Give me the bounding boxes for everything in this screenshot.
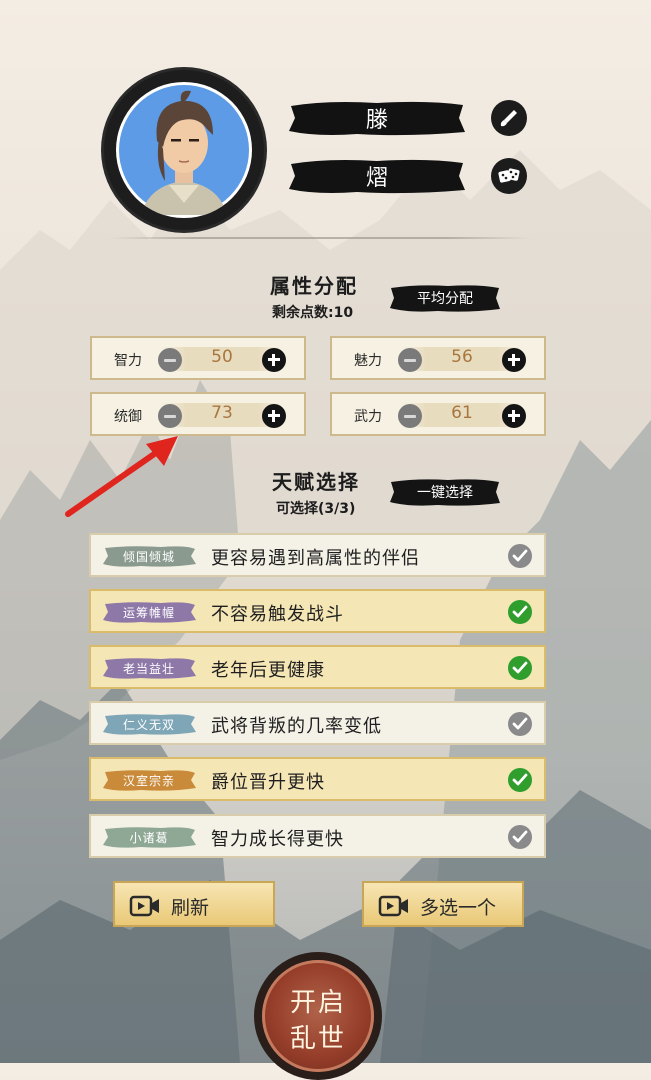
talent-tag: 倾国倾城	[101, 544, 197, 568]
check-icon	[508, 544, 532, 568]
talent-tag-label: 倾国倾城	[122, 550, 175, 564]
talent-tag-label: 仁义无双	[122, 718, 175, 732]
attribute-value: 61	[451, 403, 473, 423]
attribute-label: 魅力	[354, 353, 382, 369]
average-distribute-button[interactable]: 平均分配	[388, 282, 502, 314]
start-label-line1: 开启	[289, 988, 346, 1018]
attribute-label: 智力	[114, 353, 142, 369]
attribute-value: 56	[451, 347, 473, 367]
talent-row[interactable]: 小诸葛 智力成长得更快	[89, 814, 546, 858]
refresh-button[interactable]: 刷新	[113, 881, 275, 927]
talent-row[interactable]: 仁义无双 武将背叛的几率变低	[89, 701, 546, 745]
attribute-row-intelligence: 智力 50	[90, 336, 306, 380]
attribute-row-force: 武力 61	[330, 392, 546, 436]
check-icon	[508, 825, 532, 849]
talent-description: 老年后更健康	[211, 660, 325, 681]
start-label-line2: 乱世	[289, 1024, 346, 1054]
talent-tag: 运筹帷幄	[101, 600, 197, 624]
talent-tag: 汉室宗亲	[101, 768, 197, 792]
attribute-label: 武力	[354, 409, 382, 425]
talent-row[interactable]: 倾国倾城 更容易遇到高属性的伴侣	[89, 533, 546, 577]
check-icon	[508, 712, 532, 736]
pick-one-more-button[interactable]: 多选一个	[362, 881, 524, 927]
increase-button[interactable]	[502, 404, 526, 428]
name-bottom-text: 熠	[365, 166, 388, 191]
talent-tag: 老当益壮	[101, 656, 197, 680]
random-name-button[interactable]	[491, 158, 527, 194]
talent-description: 武将背叛的几率变低	[211, 716, 382, 737]
edit-name-button[interactable]	[491, 100, 527, 136]
increase-button[interactable]	[502, 348, 526, 372]
talent-tag: 仁义无双	[101, 712, 197, 736]
talents-title: 天赋选择	[272, 470, 360, 494]
increase-button[interactable]	[262, 404, 286, 428]
talent-row[interactable]: 老当益壮 老年后更健康	[89, 645, 546, 689]
talent-description: 智力成长得更快	[211, 829, 344, 850]
character-name-top: 滕	[287, 98, 467, 138]
avatar	[116, 82, 252, 218]
video-icon	[129, 895, 159, 917]
talent-description: 更容易遇到高属性的伴侣	[211, 548, 420, 569]
remaining-points: 剩余点数:10	[272, 305, 354, 321]
talent-tag-label: 汉室宗亲	[122, 774, 175, 788]
talent-description: 不容易触发战斗	[211, 604, 344, 625]
attribute-value: 73	[211, 403, 233, 423]
one-click-select-button[interactable]: 一键选择	[388, 476, 502, 508]
start-game-button[interactable]: 开启 乱世	[254, 952, 382, 1080]
decrease-button[interactable]	[398, 348, 422, 372]
decrease-button[interactable]	[398, 404, 422, 428]
attribute-row-charm: 魅力 56	[330, 336, 546, 380]
check-icon	[508, 768, 532, 792]
talent-row[interactable]: 汉室宗亲 爵位晋升更快	[89, 757, 546, 801]
talent-description: 爵位晋升更快	[211, 772, 325, 793]
dice-icon	[498, 168, 520, 183]
check-icon	[508, 656, 532, 680]
talent-tag-label: 运筹帷幄	[122, 606, 175, 620]
name-top-text: 滕	[365, 108, 388, 133]
talent-tag: 小诸葛	[101, 825, 197, 849]
talent-row[interactable]: 运筹帷幄 不容易触发战斗	[89, 589, 546, 633]
brush-icon	[500, 110, 517, 127]
increase-button[interactable]	[262, 348, 286, 372]
attribute-value: 50	[211, 347, 233, 367]
character-name-bottom: 熠	[287, 156, 467, 196]
check-icon	[508, 600, 532, 624]
divider	[110, 237, 530, 239]
pointer-arrow	[65, 436, 178, 517]
talent-tag-label: 小诸葛	[129, 831, 169, 845]
video-icon	[378, 895, 408, 917]
attributes-title: 属性分配	[270, 274, 358, 298]
decrease-button[interactable]	[158, 348, 182, 372]
talent-tag-label: 老当益壮	[122, 662, 175, 676]
character-portrait	[104, 70, 264, 230]
talents-selectable-count: 可选择(3/3)	[276, 501, 356, 517]
